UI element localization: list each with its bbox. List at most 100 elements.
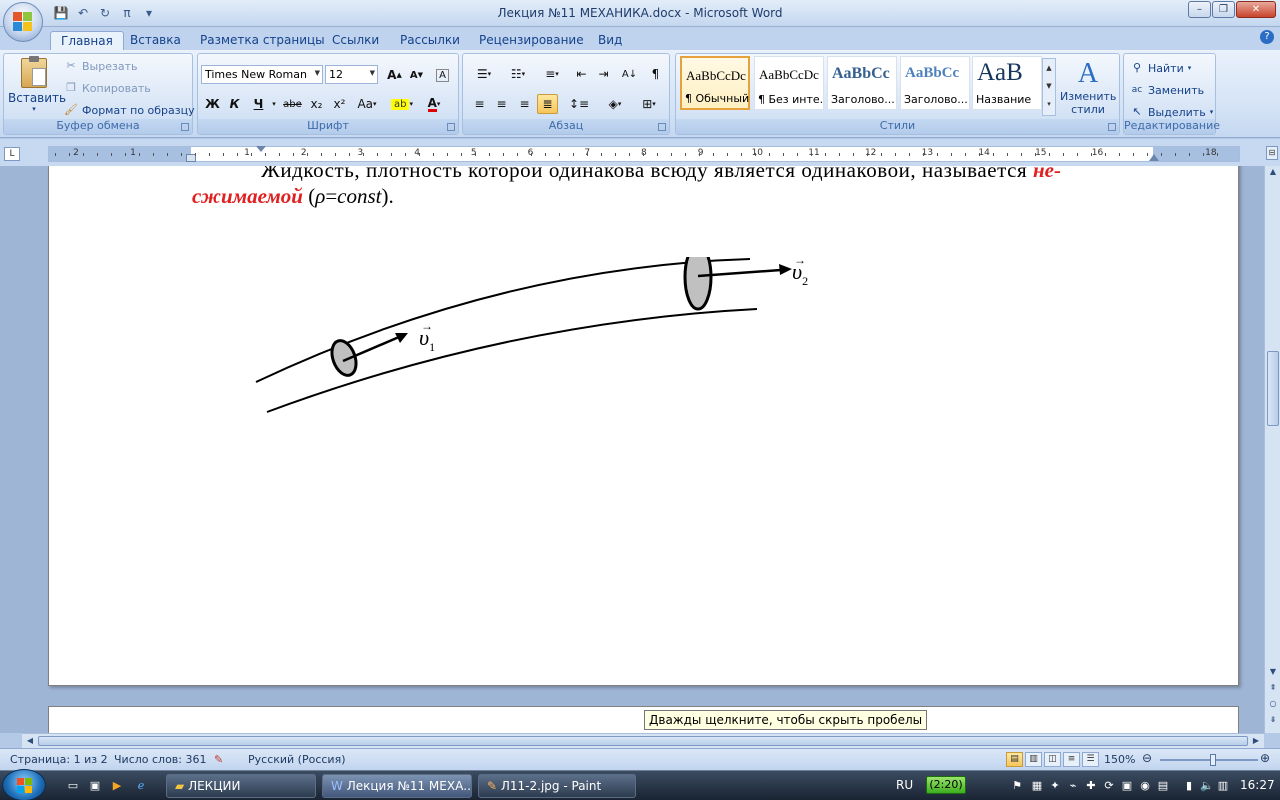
outline-view-icon[interactable]: ≡ [1063,752,1080,767]
taskbar-button-folder[interactable]: ▰ ЛЕКЦИИ [166,774,316,798]
clear-formatting-button[interactable]: A [432,65,453,85]
antivirus-icon[interactable]: ✚ [1084,779,1098,793]
clock[interactable]: 16:27 [1240,778,1275,792]
font-name-combo[interactable]: Times New Roman ▼ [201,65,323,84]
highlight-button[interactable]: ab ▾ [388,94,416,114]
usb-icon[interactable]: ⌁ [1066,779,1080,793]
zoom-in-icon[interactable]: ⊕ [1260,751,1270,765]
language-bar[interactable]: RU [896,778,913,792]
show-desktop-icon[interactable]: ▭ [66,779,80,793]
next-page-icon[interactable]: ⇟ [1267,714,1279,726]
view-ruler-icon[interactable]: ⊟ [1266,146,1278,160]
browse-object-icon[interactable]: ○ [1267,698,1279,710]
tab-mailings[interactable]: Рассылки [390,31,470,50]
zoom-level[interactable]: 150% [1104,753,1135,766]
horizontal-scroll-thumb[interactable] [38,736,1248,746]
tab-review[interactable]: Рецензирование [469,31,594,50]
horizontal-scrollbar[interactable]: ◀ ▶ [22,733,1264,748]
tab-selector[interactable]: L [4,147,20,161]
style-heading-2[interactable]: AaBbCc Заголово... [900,56,970,110]
bold-button[interactable]: Ж [202,94,223,114]
vertical-scroll-thumb[interactable] [1267,351,1279,426]
decrease-indent-button[interactable]: ⇤ [571,64,592,84]
zoom-out-icon[interactable]: ⊖ [1142,751,1152,765]
horizontal-ruler[interactable]: 2 1 1234567891011121314151618 [48,146,1240,162]
page-count[interactable]: Страница: 1 из 2 [10,753,108,766]
change-case-button[interactable]: Aa ▾ [354,94,380,114]
scroll-left-icon[interactable]: ◀ [24,735,36,747]
battery-indicator[interactable]: (2:20) [926,776,966,794]
network-icon[interactable]: ▦ [1030,779,1044,793]
full-screen-reading-icon[interactable]: ▥ [1025,752,1042,767]
right-indent-marker[interactable] [1149,154,1159,161]
flag-icon[interactable]: ⚑ [1010,779,1024,793]
web-layout-icon[interactable]: ◫ [1044,752,1061,767]
justify-button[interactable]: ≣ [537,94,558,114]
start-button[interactable] [2,769,46,800]
sort-button[interactable]: A↓ [619,64,640,84]
language-indicator[interactable]: Русский (Россия) [248,753,346,766]
tab-home[interactable]: Главная [50,31,124,50]
word-count[interactable]: Число слов: 361 [114,753,207,766]
tab-page-layout[interactable]: Разметка страницы [190,31,335,50]
switch-windows-icon[interactable]: ▣ [88,779,102,793]
page[interactable]: Жидкость, плотность которой одинакова вс… [48,166,1239,686]
zoom-slider[interactable] [1160,754,1258,766]
copy-button[interactable]: ❐ Копировать [64,78,151,98]
media-player-icon[interactable]: ▶ [110,779,124,793]
office-button[interactable] [3,2,43,42]
borders-button[interactable]: ⊞ ▾ [635,94,663,114]
align-right-button[interactable]: ≡ [514,94,535,114]
paste-button[interactable]: Вставить ▾ [8,56,66,120]
cut-button[interactable]: ✂ Вырезать [64,56,137,76]
tab-view[interactable]: Вид [588,31,632,50]
show-marks-button[interactable]: ¶ [645,64,666,84]
print-layout-view-icon[interactable]: ▤ [1006,752,1023,767]
find-button[interactable]: ⚲ Найти ▾ [1130,58,1191,78]
chart-icon[interactable]: ▤ [1156,779,1170,793]
display-icon[interactable]: ▣ [1120,779,1134,793]
bullets-button[interactable]: ☰ ▾ [469,64,499,84]
shrink-font-button[interactable]: A ▼ [406,65,427,85]
line-spacing-button[interactable]: ↕≡ [565,94,593,114]
scroll-down-icon[interactable]: ▼ [1267,666,1279,678]
clipboard-launcher[interactable] [181,123,189,131]
volume-icon[interactable]: 🔈 [1200,779,1214,793]
multilevel-list-button[interactable]: ≡ ▾ [537,64,567,84]
style-title[interactable]: AaB Название [972,56,1042,110]
tab-insert[interactable]: Вставка [120,31,191,50]
first-line-indent-marker[interactable] [256,146,266,152]
zoom-slider-thumb[interactable] [1210,754,1216,766]
internet-explorer-icon[interactable]: ℯ [134,779,148,793]
styles-launcher[interactable] [1108,123,1116,131]
replace-button[interactable]: ac Заменить [1130,80,1204,100]
change-styles-button[interactable]: A Изменить стили [1060,58,1116,120]
grow-font-button[interactable]: A ▲ [384,65,405,85]
font-size-combo[interactable]: 12 ▼ [325,65,378,84]
numbering-button[interactable]: ☷ ▾ [503,64,533,84]
help-icon[interactable]: ? [1260,30,1274,44]
superscript-button[interactable]: x² [329,94,350,114]
styles-scroll[interactable]: ▲ ▼ ▾ [1042,58,1056,116]
font-launcher[interactable] [447,123,455,131]
strikethrough-button[interactable]: abe [282,94,303,114]
close-button[interactable]: ✕ [1236,1,1276,18]
security-icon[interactable]: ✦ [1048,779,1062,793]
underline-dropdown[interactable]: ▾ [269,94,279,114]
underline-button[interactable]: Ч [248,94,269,114]
taskbar-button-paint[interactable]: ✎ Л11-2.jpg - Paint [478,774,636,798]
power-icon[interactable]: ▮ [1182,779,1196,793]
style-no-spacing[interactable]: AaBbCcDc ¶ Без инте... [754,56,824,110]
subscript-button[interactable]: x₂ [306,94,327,114]
previous-page-icon[interactable]: ⇞ [1267,682,1279,694]
font-color-button[interactable]: A ▾ [420,94,448,114]
scroll-right-icon[interactable]: ▶ [1250,735,1262,747]
proofing-icon[interactable]: ✎ [214,753,223,766]
messenger-icon[interactable]: ◉ [1138,779,1152,793]
taskbar-button-word[interactable]: W Лекция №11 МЕХА... [322,774,472,798]
style-heading-1[interactable]: AaBbCc Заголово... [827,56,897,110]
minimize-button[interactable]: – [1188,1,1211,18]
format-painter-button[interactable]: 🖌 Формат по образцу [64,100,195,120]
tab-references[interactable]: Ссылки [322,31,389,50]
style-normal[interactable]: AaBbCcDc ¶ Обычный [680,56,750,110]
